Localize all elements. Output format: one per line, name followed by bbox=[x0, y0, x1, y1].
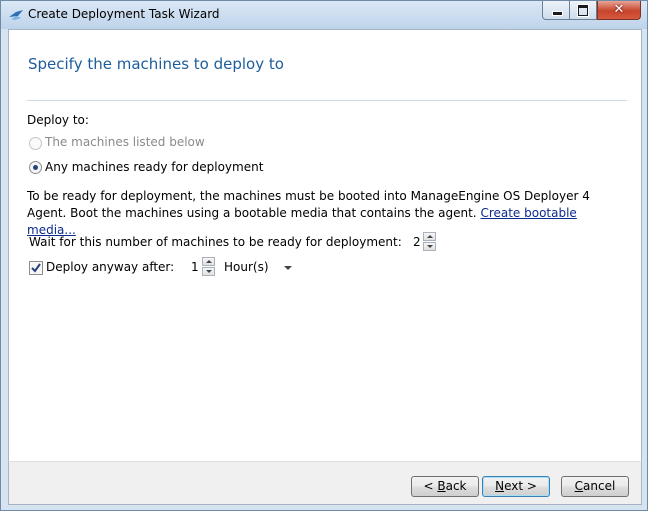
back-button-mnemonic: B bbox=[437, 479, 446, 493]
cancel-button-label: ancel bbox=[583, 479, 616, 493]
next-button-mnemonic: N bbox=[495, 479, 505, 493]
maximize-icon bbox=[578, 5, 588, 16]
wait-count-label: Wait for this number of machines to be r… bbox=[29, 235, 402, 249]
back-button-label: ack bbox=[445, 479, 467, 493]
description-text: To be ready for deployment, the machines… bbox=[27, 188, 627, 239]
back-button-prefix: < bbox=[423, 479, 438, 493]
chevron-down-icon[interactable] bbox=[284, 266, 292, 270]
stepper-up-icon[interactable] bbox=[423, 232, 436, 241]
app-icon bbox=[9, 10, 23, 20]
deploy-to-label: Deploy to: bbox=[27, 113, 89, 127]
stepper-down-icon[interactable] bbox=[202, 267, 215, 276]
wizard-window: Create Deployment Task Wizard ✕ Specify … bbox=[0, 0, 648, 511]
wizard-footer: < Back Next > Cancel bbox=[8, 461, 642, 505]
close-button[interactable]: ✕ bbox=[597, 1, 641, 20]
radio-machines-listed-label: The machines listed below bbox=[45, 135, 205, 149]
next-button-label: ext > bbox=[504, 479, 537, 493]
wait-count-stepper[interactable] bbox=[423, 232, 436, 251]
deploy-anyway-value[interactable]: 1 bbox=[191, 260, 199, 274]
radio-any-machines[interactable] bbox=[29, 161, 42, 174]
wait-count-value[interactable]: 2 bbox=[413, 235, 421, 249]
cancel-button-mnemonic: C bbox=[574, 479, 584, 493]
radio-any-machines-label: Any machines ready for deployment bbox=[45, 160, 264, 174]
time-unit-select[interactable]: Hour(s) bbox=[224, 260, 269, 274]
title-bar[interactable]: Create Deployment Task Wizard ✕ bbox=[1, 1, 647, 29]
checkmark-icon bbox=[31, 263, 41, 273]
back-button[interactable]: < Back bbox=[411, 476, 479, 497]
page-title: Specify the machines to deploy to bbox=[28, 55, 284, 73]
wizard-content: Specify the machines to deploy to Deploy… bbox=[8, 29, 642, 462]
deploy-anyway-checkbox[interactable] bbox=[29, 261, 43, 275]
stepper-down-icon[interactable] bbox=[423, 242, 436, 251]
radio-machines-listed[interactable] bbox=[29, 137, 42, 150]
stepper-up-icon[interactable] bbox=[202, 257, 215, 266]
next-button[interactable]: Next > bbox=[482, 476, 550, 497]
deploy-anyway-label: Deploy anyway after: bbox=[46, 260, 175, 274]
minimize-button[interactable] bbox=[542, 1, 570, 20]
minimize-icon bbox=[552, 11, 563, 16]
heading-divider bbox=[27, 100, 627, 101]
deploy-anyway-stepper[interactable] bbox=[202, 257, 215, 276]
maximize-button[interactable] bbox=[570, 1, 597, 20]
cancel-button[interactable]: Cancel bbox=[561, 476, 629, 497]
close-icon: ✕ bbox=[613, 2, 625, 17]
window-title: Create Deployment Task Wizard bbox=[28, 7, 220, 21]
